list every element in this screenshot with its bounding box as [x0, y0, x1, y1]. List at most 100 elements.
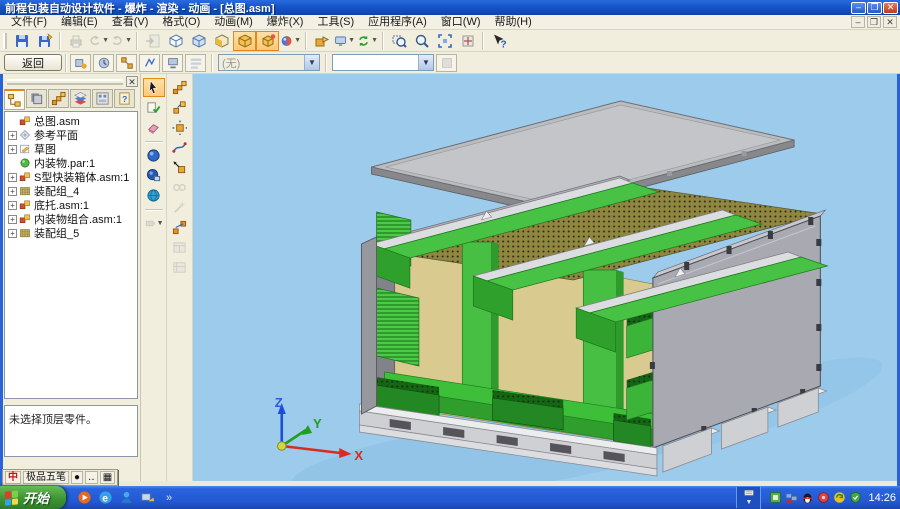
ime-name[interactable]: 极品五笔 [23, 471, 69, 484]
explode-part-button[interactable] [169, 98, 191, 117]
export-tool-button[interactable] [310, 31, 333, 51]
tree-item[interactable]: +装配组_4 [8, 184, 137, 198]
expand-icon[interactable]: + [8, 201, 17, 210]
edgebar-tab-pathfinder[interactable] [4, 89, 25, 110]
ime-button-1[interactable]: ‥ [85, 471, 98, 484]
crate-body[interactable] [359, 176, 827, 476]
pan-button[interactable] [456, 31, 479, 51]
expand-icon[interactable]: + [8, 215, 17, 224]
ime-indicator[interactable]: 中 [5, 471, 21, 484]
zoom-button[interactable] [410, 31, 433, 51]
menu-item[interactable]: 帮助(H) [488, 15, 539, 30]
select-cursor-button[interactable] [143, 78, 165, 97]
fit-button[interactable] [433, 31, 456, 51]
toolbar-grip[interactable] [3, 33, 7, 49]
zoom-area-button[interactable] [387, 31, 410, 51]
explode-tools-button[interactable] [116, 54, 137, 72]
return-button[interactable]: 返回 [4, 54, 62, 71]
3d-viewport[interactable]: Z Y X [193, 74, 900, 481]
ime-button-2[interactable]: ▦ [100, 471, 115, 484]
render-session-button[interactable] [143, 166, 165, 185]
title-bar[interactable]: 前程包装自动设计软件 - 爆炸 - 渲染 - 动画 - [总图.asm] – ❐… [0, 0, 900, 15]
edgebar-grip[interactable] [7, 79, 123, 85]
dropdown-arrow-icon[interactable]: ▼ [348, 37, 355, 44]
restore-button[interactable]: ❐ [867, 2, 882, 14]
tray-live-update[interactable] [831, 489, 847, 507]
quick-launch-show-desktop[interactable] [137, 489, 158, 507]
edgebar-tab-steps[interactable] [48, 89, 69, 108]
view-half-button[interactable] [210, 31, 233, 51]
save-as-button[interactable] [33, 31, 56, 51]
tree-item[interactable]: +内装物组合.asm:1 [8, 212, 137, 226]
reposition-part-button[interactable] [169, 118, 191, 137]
edgebar-tab-clipboard[interactable] [26, 89, 47, 108]
expand-icon[interactable]: + [8, 131, 17, 140]
dropdown-arrow-icon[interactable]: ▼ [157, 220, 164, 227]
tray-alarm[interactable] [815, 489, 831, 507]
tray-ime-status[interactable] [767, 489, 783, 507]
render-setup-button[interactable] [70, 54, 91, 72]
explode-order-button[interactable] [169, 218, 191, 237]
expand-icon[interactable]: + [8, 229, 17, 238]
context-help-button[interactable]: ? [487, 31, 510, 51]
start-button[interactable]: 开始 [0, 486, 66, 509]
tree-item[interactable]: 总图.asm [8, 114, 137, 128]
move-part-button[interactable] [139, 54, 160, 72]
expand-icon[interactable]: + [8, 187, 17, 196]
menu-item[interactable]: 查看(V) [105, 15, 156, 30]
language-bar[interactable]: ▼ [736, 487, 760, 508]
minimize-button[interactable]: – [851, 2, 866, 14]
edgebar-close-button[interactable]: ✕ [126, 76, 138, 87]
view-shaded-button[interactable] [187, 31, 210, 51]
view-combo[interactable]: ▼ [332, 54, 434, 71]
animation-editor-button[interactable] [93, 54, 114, 72]
view-cube-b-button[interactable] [256, 31, 279, 51]
ime-button-0[interactable]: ● [71, 471, 83, 484]
tray-security-shield[interactable] [847, 489, 863, 507]
tree-item[interactable]: +装配组_5 [8, 226, 137, 240]
save-button[interactable] [10, 31, 33, 51]
view-wireframe-button[interactable] [164, 31, 187, 51]
quick-launch-media-player[interactable] [74, 489, 95, 507]
menu-item[interactable]: 爆炸(X) [260, 15, 311, 30]
view-cube-a-button[interactable] [233, 31, 256, 51]
close-button[interactable]: ✕ [883, 2, 898, 14]
edgebar-tab-sheets[interactable] [70, 89, 91, 108]
mdi-restore-button[interactable]: ❐ [867, 16, 881, 28]
dropdown-arrow-icon[interactable]: ▼ [371, 37, 378, 44]
tray-network-offline[interactable] [783, 489, 799, 507]
auto-explode-button[interactable] [169, 78, 191, 97]
tree-item[interactable]: +S型快装箱体.asm:1 [8, 170, 137, 184]
eraser-button[interactable] [143, 118, 165, 137]
flow-path-button[interactable] [169, 138, 191, 157]
drag-part-button[interactable] [169, 158, 191, 177]
menu-item[interactable]: 文件(F) [4, 15, 54, 30]
render-globe-button[interactable] [143, 186, 165, 205]
mdi-close-button[interactable]: ✕ [883, 16, 897, 28]
dropdown-arrow-icon[interactable]: ▼ [102, 37, 109, 44]
screen-display-button[interactable]: ▼ [333, 31, 356, 51]
menu-item[interactable]: 窗口(W) [434, 15, 488, 30]
tree-item[interactable]: 内装物.par:1 [8, 156, 137, 170]
tree-item[interactable]: +参考平面 [8, 128, 137, 142]
expand-icon[interactable]: + [8, 145, 17, 154]
tree-item[interactable]: +底托.asm:1 [8, 198, 137, 212]
dropdown-arrow-icon[interactable]: ▼ [125, 37, 132, 44]
refresh-button[interactable]: ▼ [356, 31, 379, 51]
menu-item[interactable]: 编辑(E) [54, 15, 105, 30]
ime-toolbar[interactable]: 中 极品五笔 ●‥▦ [2, 469, 118, 486]
combo-arrow-icon[interactable]: ▼ [418, 55, 433, 70]
clock[interactable]: 14:26 [868, 492, 896, 504]
quick-launch-internet-explorer[interactable]: e [95, 489, 116, 507]
menu-item[interactable]: 动画(M) [207, 15, 260, 30]
display-config-button[interactable] [162, 54, 183, 72]
tray-qq[interactable] [799, 489, 815, 507]
edgebar-titlebar[interactable]: ✕ [4, 76, 138, 87]
menu-item[interactable]: 格式(O) [155, 15, 207, 30]
validate-button[interactable] [143, 98, 165, 117]
edgebar-tab-help-doc[interactable]: ? [114, 89, 135, 108]
mdi-minimize-button[interactable]: – [851, 16, 865, 28]
dropdown-arrow-icon[interactable]: ▼ [294, 37, 301, 44]
menu-item[interactable]: 工具(S) [310, 15, 361, 30]
edgebar-tab-sensors[interactable] [92, 89, 113, 108]
